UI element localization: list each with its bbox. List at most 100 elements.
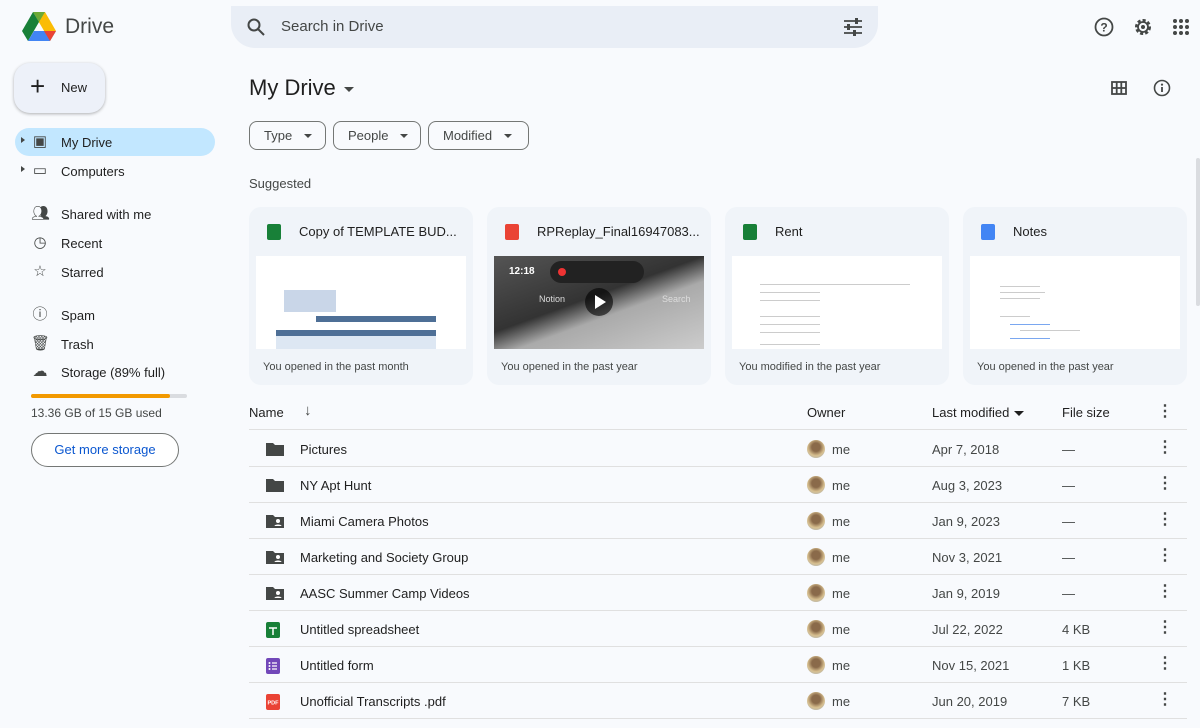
sort-arrow-down-icon[interactable]: ↓	[304, 402, 312, 419]
file-row[interactable]: Untitled form me Nov 15, 2021 1 KB ⋮	[249, 647, 1187, 683]
filter-label: Modified	[443, 128, 493, 143]
more-vert-icon[interactable]: ⋮	[1157, 475, 1173, 493]
avatar	[807, 548, 825, 566]
sidebar-item-starred[interactable]: ☆ Starred	[15, 258, 215, 286]
file-name: Unofficial Transcripts .pdf	[300, 694, 446, 709]
drive-logo[interactable]	[22, 12, 56, 42]
sidebar-item-my-drive[interactable]: ▣ My Drive	[15, 128, 215, 156]
sidebar-item-label: Spam	[61, 308, 95, 323]
apps-grid-icon[interactable]	[1173, 19, 1189, 35]
column-owner[interactable]: Owner	[807, 405, 845, 420]
shared-folder-icon	[266, 514, 284, 528]
folder-icon	[266, 442, 284, 456]
more-vert-icon[interactable]: ⋮	[1157, 439, 1173, 457]
file-name: Miami Camera Photos	[300, 514, 429, 529]
my-drive-icon: ▣	[32, 133, 48, 150]
avatar	[807, 692, 825, 710]
expand-icon[interactable]	[21, 137, 25, 143]
suggested-card[interactable]: Notes You opened in the past year	[963, 207, 1187, 385]
more-vert-icon[interactable]: ⋮	[1157, 403, 1173, 421]
sidebar-item-shared[interactable]: 👥︎ Shared with me	[15, 200, 215, 228]
file-name: Pictures	[300, 442, 347, 457]
file-row[interactable]: Pictures me Apr 7, 2018 — ⋮	[249, 431, 1187, 467]
file-modified: Nov 3, 2021	[932, 550, 1003, 565]
help-icon[interactable]: ?	[1094, 17, 1114, 37]
file-modified: Jun 20, 2019	[932, 694, 1008, 709]
more-vert-icon[interactable]: ⋮	[1157, 655, 1173, 673]
file-row[interactable]: NY Apt Hunt me Aug 3, 2023 — ⋮	[249, 467, 1187, 503]
column-name[interactable]: Name	[249, 405, 284, 420]
file-row[interactable]: PDF Unofficial Transcripts .pdf me Jun 2…	[249, 683, 1187, 719]
header: Drive Search in Drive ?	[0, 0, 1200, 56]
sidebar-item-label: Computers	[61, 164, 125, 179]
file-row[interactable]: Miami Camera Photos me Jan 9, 2023 — ⋮	[249, 503, 1187, 539]
file-row[interactable]: Untitled spreadsheet me Jul 22, 2022 4 K…	[249, 611, 1187, 647]
filter-type[interactable]: Type	[249, 121, 326, 150]
play-icon	[595, 295, 606, 309]
file-owner: me	[832, 658, 851, 673]
sheets-icon	[267, 224, 281, 240]
avatar	[807, 620, 825, 638]
card-title: Rent	[775, 224, 803, 239]
play-button[interactable]	[585, 288, 613, 316]
column-last-modified[interactable]: Last modified	[932, 405, 1025, 420]
file-owner: me	[832, 550, 851, 565]
filter-label: People	[348, 128, 389, 143]
spam-icon: ⓘ	[32, 306, 48, 323]
search-icon[interactable]	[247, 18, 265, 36]
file-owner: me	[832, 478, 851, 493]
new-button[interactable]: + New	[14, 63, 105, 113]
suggested-card[interactable]: RPReplay_Final16947083... 12:18 Notion S…	[487, 207, 711, 385]
more-vert-icon[interactable]: ⋮	[1157, 583, 1173, 601]
file-row[interactable]: AASC Summer Camp Videos me Jan 9, 2019 —…	[249, 575, 1187, 611]
info-icon[interactable]	[1153, 79, 1171, 97]
file-modified: Aug 3, 2023	[932, 478, 1003, 493]
file-row[interactable]: Marketing and Society Group me Nov 3, 20…	[249, 539, 1187, 575]
card-footer: You modified in the past year	[739, 361, 881, 373]
more-vert-icon[interactable]: ⋮	[1157, 619, 1173, 637]
expand-icon[interactable]	[21, 166, 25, 172]
file-modified: Jan 9, 2023	[932, 514, 1000, 529]
file-modified: Jul 22, 2022	[932, 622, 1003, 637]
get-more-storage-button[interactable]: Get more storage	[31, 433, 179, 467]
cloud-icon: ☁︎	[32, 363, 48, 380]
suggested-card[interactable]: Rent You modified in the past year	[725, 207, 949, 385]
grid-view-icon[interactable]	[1111, 81, 1127, 95]
file-name: NY Apt Hunt	[300, 478, 372, 493]
more-vert-icon[interactable]: ⋮	[1157, 547, 1173, 565]
storage-bar	[31, 394, 187, 398]
file-modified: Apr 7, 2018	[932, 442, 1000, 457]
storage-used: 13.36 GB of 15 GB used	[31, 406, 162, 420]
file-modified: Jan 9, 2019	[932, 586, 1000, 601]
search-placeholder: Search in Drive	[281, 18, 384, 35]
sidebar-item-trash[interactable]: 🗑︎ Trash	[15, 330, 215, 358]
plus-icon: +	[30, 71, 46, 101]
filter-modified[interactable]: Modified	[428, 121, 529, 150]
sidebar-item-computers[interactable]: ▭ Computers	[15, 157, 215, 185]
filter-people[interactable]: People	[333, 121, 421, 150]
sidebar-item-storage[interactable]: ☁︎ Storage (89% full)	[15, 358, 215, 386]
page-title[interactable]: My Drive	[249, 75, 354, 101]
more-vert-icon[interactable]: ⋮	[1157, 511, 1173, 529]
more-vert-icon[interactable]: ⋮	[1157, 691, 1173, 709]
sidebar-item-spam[interactable]: ⓘ Spam	[15, 301, 215, 329]
sidebar-item-label: Storage (89% full)	[61, 365, 166, 380]
clock-icon: ◷	[33, 234, 47, 251]
file-owner: me	[832, 622, 851, 637]
star-icon: ☆	[33, 263, 47, 280]
search-input[interactable]: Search in Drive	[231, 6, 878, 48]
sheet-icon	[266, 622, 284, 638]
search-options-icon[interactable]	[843, 18, 863, 36]
file-owner: me	[832, 694, 851, 709]
scrollbar[interactable]	[1196, 158, 1200, 306]
shared-folder-icon	[266, 550, 284, 564]
docs-icon	[981, 224, 995, 240]
sidebar-item-recent[interactable]: ◷ Recent	[15, 229, 215, 257]
settings-gear-icon[interactable]	[1133, 17, 1153, 37]
sidebar-item-label: Trash	[61, 337, 94, 352]
sidebar-item-label: My Drive	[61, 135, 113, 150]
card-title: RPReplay_Final16947083...	[537, 224, 700, 239]
suggested-card[interactable]: Copy of TEMPLATE BUD... You opened in th…	[249, 207, 473, 385]
avatar	[807, 584, 825, 602]
column-file-size[interactable]: File size	[1062, 405, 1110, 420]
